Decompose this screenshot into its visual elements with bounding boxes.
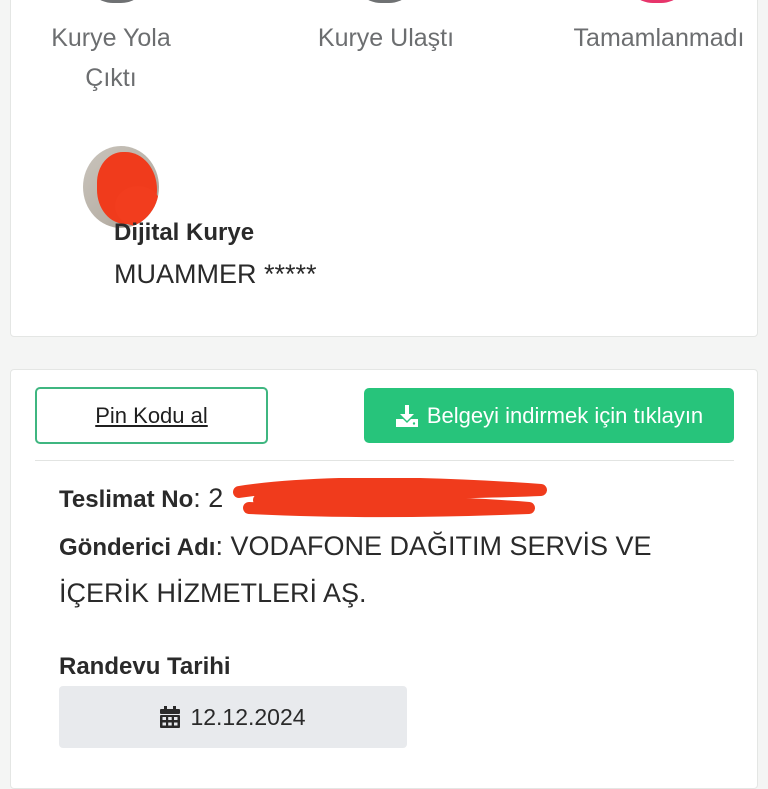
- download-document-label: Belgeyi indirmek için tıklayın: [426, 402, 704, 428]
- appointment-date-field[interactable]: 12.12.2024: [59, 686, 407, 748]
- sender-name-line1: VODAFONE DAĞITIM SERVİS VE: [230, 531, 652, 561]
- sender-colon: :: [215, 531, 231, 561]
- courier-title: Dijital Kurye: [114, 219, 255, 246]
- sender-row-continued: İÇERİK HİZMETLERİ AŞ.: [59, 578, 367, 609]
- calendar-icon: [160, 706, 181, 728]
- delivery-card: Pin Kodu al Belgeyi indirmek için tıklay…: [10, 369, 758, 789]
- step-indicator-departed: [85, 0, 149, 3]
- courier-name: MUAMMER *****: [114, 259, 317, 289]
- tracking-card: Kurye Yola Çıktı Kurye Ulaştı Tamamlanma…: [10, 0, 758, 337]
- pin-code-button[interactable]: Pin Kodu al: [35, 387, 268, 444]
- step-label-departed-line2: Çıktı: [85, 64, 137, 92]
- step-label-departed: Kurye Yola Çıktı: [41, 18, 181, 98]
- delivery-number-row: Teslimat No: 2: [59, 483, 223, 514]
- courier-avatar: [83, 146, 159, 228]
- redaction-scribble: [233, 478, 547, 517]
- sender-name-line2: İÇERİK HİZMETLERİ AŞ.: [59, 578, 367, 608]
- sender-row: Gönderici Adı: VODAFONE DAĞITIM SERVİS V…: [59, 531, 652, 562]
- download-icon: [395, 404, 418, 427]
- pin-code-button-label: Pin Kodu al: [95, 402, 208, 428]
- appointment-date-value: 12.12.2024: [190, 703, 306, 730]
- sender-label: Gönderici Adı: [59, 534, 216, 561]
- step-label-departed-line1: Kurye Yola: [51, 24, 171, 52]
- delivery-number-colon: :: [193, 483, 209, 513]
- divider: [35, 460, 734, 461]
- delivery-number-label: Teslimat No: [59, 486, 194, 513]
- step-indicator-arrived: [353, 0, 417, 3]
- appointment-date-label: Randevu Tarihi: [59, 653, 231, 680]
- step-label-arrived: Kurye Ulaştı: [317, 24, 455, 52]
- step-label-incomplete: Tamamlanmadı: [573, 24, 745, 52]
- delivery-number-value: 2: [208, 483, 224, 513]
- step-indicator-incomplete: [625, 0, 689, 3]
- download-document-button[interactable]: Belgeyi indirmek için tıklayın: [364, 388, 734, 443]
